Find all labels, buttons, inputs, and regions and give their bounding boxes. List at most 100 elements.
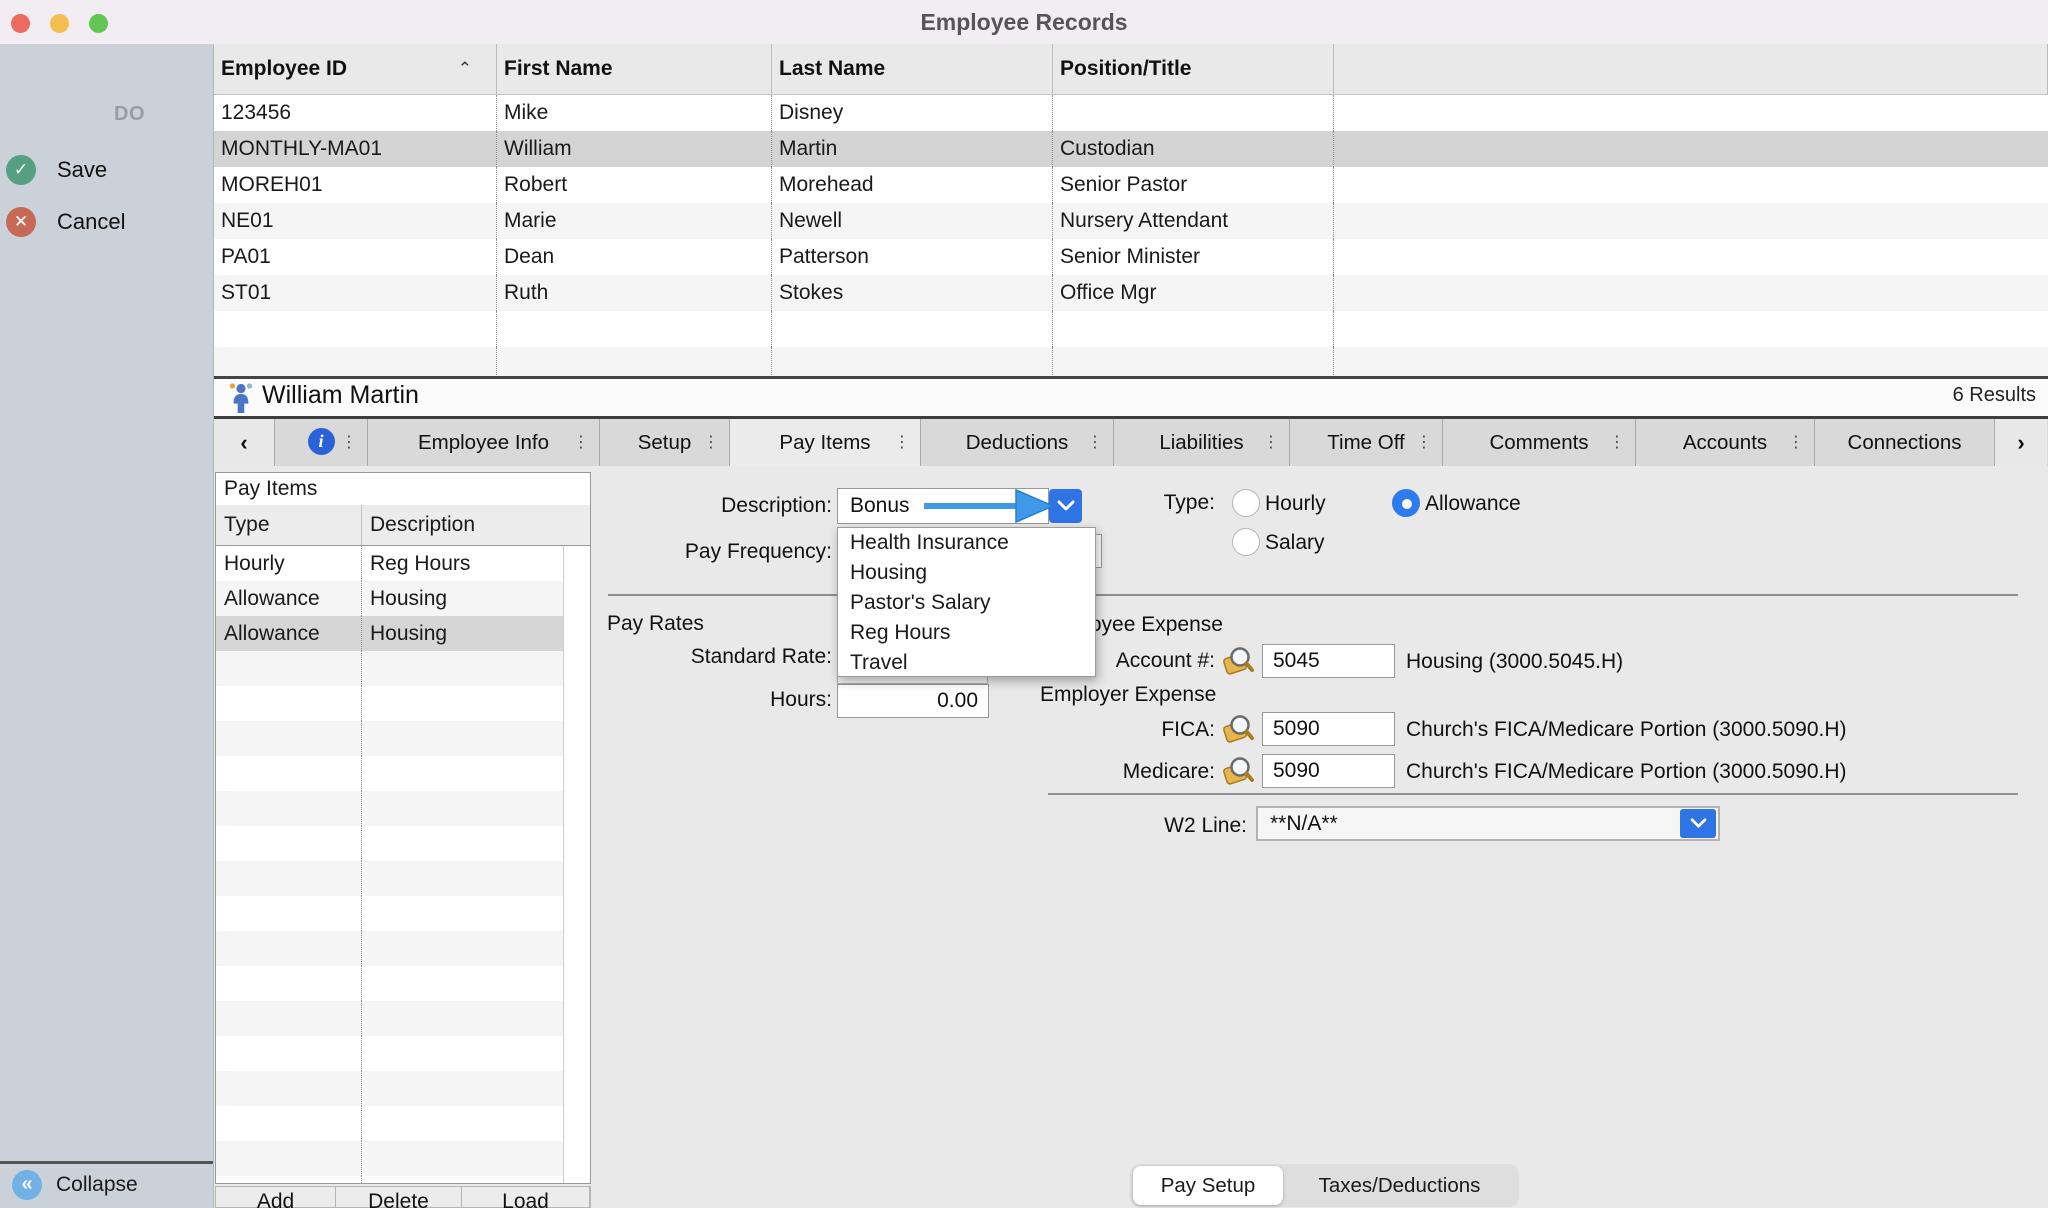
pay-item-description bbox=[362, 651, 564, 686]
scrollbar-track[interactable] bbox=[563, 931, 590, 966]
pay-item-row-empty bbox=[216, 1036, 590, 1071]
load-button[interactable]: Load bbox=[462, 1187, 590, 1208]
dropdown-option[interactable]: Reg Hours bbox=[838, 618, 1095, 648]
scrollbar-track[interactable] bbox=[563, 1141, 590, 1176]
scrollbar-track[interactable] bbox=[563, 546, 590, 581]
person-icon bbox=[226, 382, 256, 419]
medicare-account-field[interactable]: 5090 bbox=[1262, 754, 1395, 788]
scrollbar-track[interactable] bbox=[563, 966, 590, 1001]
table-row[interactable]: NE01MarieNewellNursery Attendant bbox=[214, 203, 2048, 239]
scrollbar-track[interactable] bbox=[563, 581, 590, 616]
fica-lookup-icon[interactable] bbox=[1222, 712, 1255, 745]
scrollbar-track[interactable] bbox=[563, 1176, 590, 1184]
cancel-button[interactable]: ✕ Cancel bbox=[0, 207, 213, 243]
pay-item-row[interactable]: HourlyReg Hours bbox=[216, 546, 590, 581]
bottom-tab-taxes-deductions[interactable]: Taxes/Deductions bbox=[1283, 1166, 1516, 1205]
pay-item-type bbox=[216, 896, 362, 931]
table-cell bbox=[497, 347, 772, 376]
tab-menu-dots-icon[interactable]: ⋮ bbox=[1609, 419, 1625, 466]
scrollbar-track[interactable] bbox=[563, 686, 590, 721]
table-row[interactable]: 123456MikeDisney bbox=[214, 95, 2048, 131]
record-name: William Martin bbox=[262, 381, 419, 410]
tab-employee-info[interactable]: Employee Info⋮ bbox=[368, 419, 600, 466]
scrollbar-track[interactable] bbox=[563, 1071, 590, 1106]
description-dropdown-list: Health InsuranceHousingPastor's SalaryRe… bbox=[837, 527, 1096, 677]
tab-connections[interactable]: Connections bbox=[1815, 419, 1995, 466]
dropdown-option[interactable]: Travel bbox=[838, 648, 1095, 678]
column-header-position-title[interactable]: Position/Title bbox=[1053, 44, 1334, 94]
collapse-button[interactable]: « Collapse bbox=[0, 1166, 213, 1208]
fica-account-field[interactable]: 5090 bbox=[1262, 712, 1395, 746]
tab-info[interactable]: i⋮ bbox=[275, 419, 368, 466]
table-row[interactable]: ST01RuthStokesOffice Mgr bbox=[214, 275, 2048, 311]
add-button[interactable]: Add bbox=[216, 1187, 336, 1208]
tab-deductions[interactable]: Deductions⋮ bbox=[921, 419, 1114, 466]
tab-menu-dots-icon[interactable]: ⋮ bbox=[341, 419, 357, 466]
tab-menu-dots-icon[interactable]: ⋮ bbox=[1087, 419, 1103, 466]
dropdown-option[interactable]: Health Insurance bbox=[838, 528, 1095, 558]
tab-liabilities[interactable]: Liabilities⋮ bbox=[1114, 419, 1290, 466]
account-lookup-icon[interactable] bbox=[1222, 644, 1255, 677]
medicare-lookup-icon[interactable] bbox=[1222, 754, 1255, 787]
w2-line-combo-button[interactable] bbox=[1680, 809, 1716, 838]
radio-circle-icon[interactable] bbox=[1232, 489, 1260, 517]
table-row-empty bbox=[214, 311, 2048, 347]
column-header-last-name[interactable]: Last Name bbox=[772, 44, 1053, 94]
table-cell bbox=[1053, 347, 1334, 376]
scrollbar-track[interactable] bbox=[563, 1106, 590, 1141]
tab-menu-dots-icon[interactable]: ⋮ bbox=[1263, 419, 1279, 466]
radio-circle-icon[interactable] bbox=[1232, 528, 1260, 556]
pay-items-column-description[interactable]: Description bbox=[362, 505, 590, 545]
column-header-employee-id[interactable]: Employee ID⌃ bbox=[214, 44, 497, 94]
results-count: 6 Results bbox=[1953, 384, 2036, 407]
tab-menu-dots-icon[interactable]: ⋮ bbox=[1788, 419, 1804, 466]
scrollbar-track[interactable] bbox=[563, 861, 590, 896]
tab-menu-dots-icon[interactable]: ⋮ bbox=[894, 419, 910, 466]
scrollbar-track[interactable] bbox=[563, 756, 590, 791]
scrollbar-track[interactable] bbox=[563, 721, 590, 756]
radio-circle-icon[interactable] bbox=[1392, 489, 1420, 517]
bottom-tab-pay-setup[interactable]: Pay Setup bbox=[1133, 1166, 1283, 1205]
table-row[interactable]: MONTHLY-MA01WilliamMartinCustodian bbox=[214, 131, 2048, 167]
scrollbar-track[interactable] bbox=[563, 826, 590, 861]
pay-item-description bbox=[362, 791, 564, 826]
tab-accounts[interactable]: Accounts⋮ bbox=[1636, 419, 1815, 466]
pay-item-type bbox=[216, 966, 362, 1001]
column-header-first-name[interactable]: First Name bbox=[497, 44, 772, 94]
table-row[interactable]: MOREH01RobertMoreheadSenior Pastor bbox=[214, 167, 2048, 203]
tab-setup[interactable]: Setup⋮ bbox=[600, 419, 730, 466]
scrollbar-track[interactable] bbox=[563, 896, 590, 931]
tab-scroll-left[interactable]: ‹ bbox=[214, 419, 275, 466]
tab-menu-dots-icon[interactable]: ⋮ bbox=[703, 419, 719, 466]
tab-scroll-right[interactable]: › bbox=[1995, 419, 2047, 466]
tab-pay-items[interactable]: Pay Items⋮ bbox=[730, 419, 921, 466]
scrollbar-track[interactable] bbox=[563, 1001, 590, 1036]
pay-item-row[interactable]: AllowanceHousing bbox=[216, 616, 590, 651]
pay-items-panel-title: Pay Items bbox=[215, 472, 591, 506]
account-number-field[interactable]: 5045 bbox=[1262, 644, 1395, 678]
table-cell bbox=[1334, 131, 2048, 167]
save-button[interactable]: ✓ Save bbox=[0, 155, 213, 191]
w2-line-combo[interactable]: **N/A** bbox=[1256, 806, 1720, 841]
medicare-label: Medicare: bbox=[980, 760, 1215, 784]
employee-table-body: 123456MikeDisneyMONTHLY-MA01WilliamMarti… bbox=[214, 95, 2048, 376]
scrollbar-track[interactable] bbox=[563, 651, 590, 686]
tab-menu-dots-icon[interactable]: ⋮ bbox=[1416, 419, 1432, 466]
scrollbar-track[interactable] bbox=[563, 1036, 590, 1071]
tab-menu-dots-icon[interactable]: ⋮ bbox=[573, 419, 589, 466]
dropdown-option[interactable]: Pastor's Salary bbox=[838, 588, 1095, 618]
column-header-extra[interactable] bbox=[1334, 44, 2048, 94]
dropdown-option[interactable]: Housing bbox=[838, 558, 1095, 588]
pay-items-column-type[interactable]: Type bbox=[216, 505, 362, 545]
table-cell: William bbox=[497, 131, 772, 167]
tab-time-off[interactable]: Time Off⋮ bbox=[1290, 419, 1443, 466]
pay-item-type bbox=[216, 651, 362, 686]
scrollbar-track[interactable] bbox=[563, 616, 590, 651]
table-row[interactable]: PA01DeanPattersonSenior Minister bbox=[214, 239, 2048, 275]
delete-button[interactable]: Delete bbox=[336, 1187, 462, 1208]
tab-comments[interactable]: Comments⋮ bbox=[1443, 419, 1636, 466]
scrollbar-track[interactable] bbox=[563, 791, 590, 826]
hours-field[interactable]: 0.00 bbox=[837, 684, 989, 718]
pay-frequency-label: Pay Frequency: bbox=[600, 540, 832, 564]
pay-item-row[interactable]: AllowanceHousing bbox=[216, 581, 590, 616]
